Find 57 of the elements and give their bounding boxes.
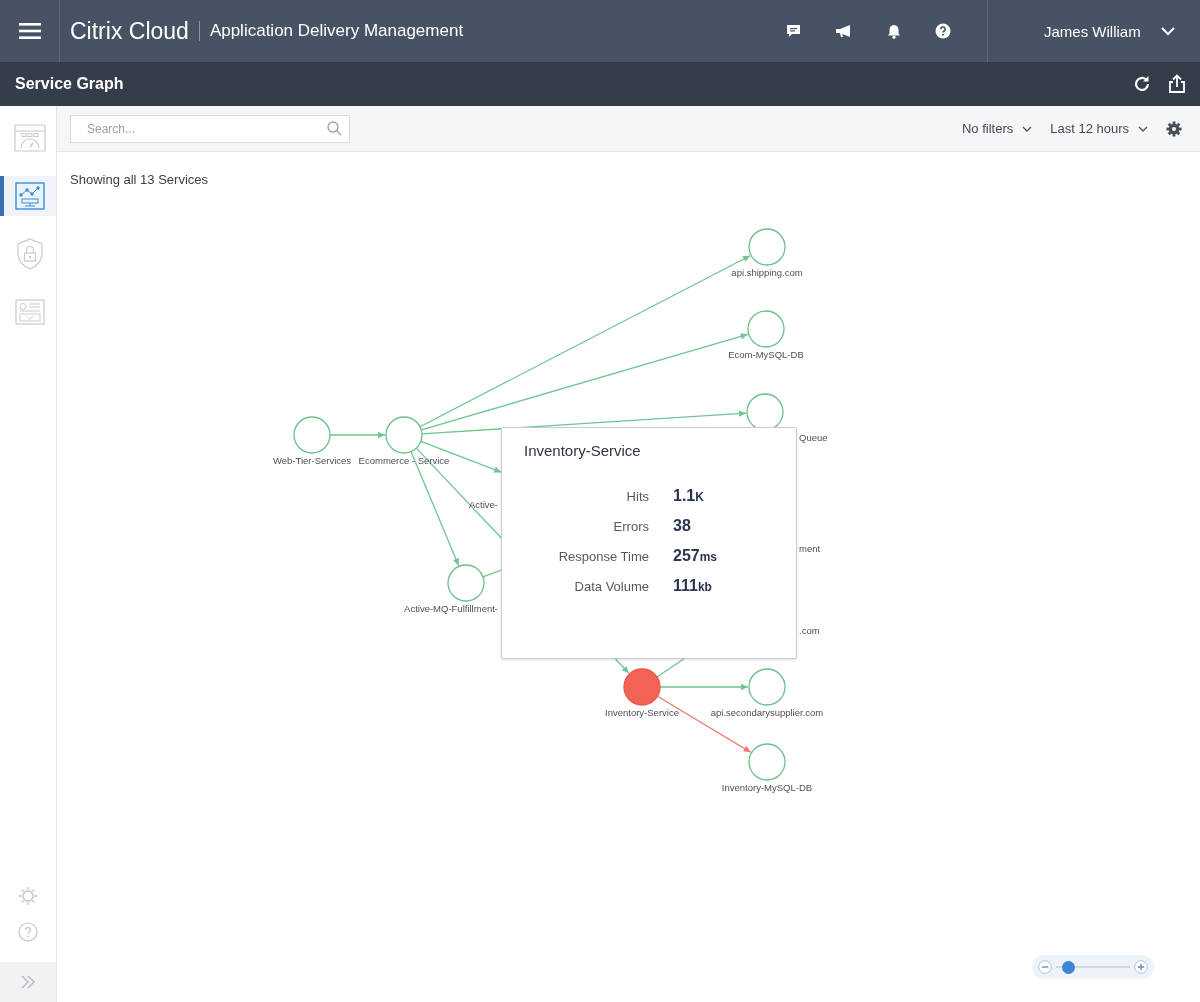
node-label: Inventory-Service: [605, 707, 679, 718]
search-icon: [327, 120, 342, 136]
node-label: Queue: [799, 432, 828, 443]
megaphone-icon[interactable]: [835, 24, 853, 38]
service-node[interactable]: [748, 743, 786, 781]
search-field[interactable]: Search...: [70, 114, 350, 143]
filter-dropdown[interactable]: No filters: [961, 121, 1033, 136]
chat-icon[interactable]: [786, 24, 801, 38]
product-name: Application Delivery Management: [209, 21, 464, 41]
chevron-down-icon: [1022, 125, 1033, 132]
bell-icon[interactable]: [887, 23, 901, 39]
node-label: Inventory-MySQL-DB: [721, 782, 813, 793]
time-range-dropdown[interactable]: Last 12 hours: [1050, 121, 1148, 136]
zoom-out-icon[interactable]: [1038, 960, 1052, 974]
network-graph-icon: [15, 182, 45, 210]
service-node[interactable]: [293, 416, 331, 454]
chevron-down-icon: [1138, 125, 1148, 132]
user-name[interactable]: James William: [1044, 22, 1141, 40]
service-node[interactable]: [623, 668, 661, 706]
node-label: Active-MQ-Fulfillment-: [404, 603, 498, 614]
service-node[interactable]: [385, 416, 423, 454]
dashboard-icon: [14, 124, 46, 152]
node-label: api.shipping.com: [731, 267, 803, 278]
metric-value: 1.1K: [673, 487, 705, 505]
services-count: Showing all 13 Services: [70, 172, 209, 187]
service-node[interactable]: [748, 228, 786, 266]
zoom-slider-thumb[interactable]: [1061, 960, 1075, 974]
metric-value: 111kb: [673, 577, 713, 595]
metric-label: Errors: [612, 519, 649, 534]
metric-value: 257ms: [673, 547, 719, 565]
help-icon[interactable]: [935, 23, 951, 39]
node-label: Web-Tier-Services: [272, 455, 352, 466]
tooltip-title: Inventory-Service: [524, 442, 642, 459]
node-label: .com: [799, 625, 820, 636]
brand-name: Citrix Cloud: [70, 21, 200, 41]
settings-icon[interactable]: [1166, 120, 1182, 137]
service-node[interactable]: [747, 310, 785, 348]
nav-item[interactable]: [0, 176, 56, 216]
metric-label: Data Volume: [573, 579, 649, 594]
metric-label: Hits: [625, 489, 649, 504]
share-icon[interactable]: [1168, 74, 1186, 94]
service-node[interactable]: [447, 564, 485, 602]
page-title: Service Graph: [15, 75, 124, 93]
double-chevron-icon: [20, 975, 36, 989]
shield-lock-icon: [16, 238, 44, 270]
node-label: Ecom-MySQL-DB: [728, 349, 804, 360]
metric-value: 38: [673, 517, 692, 535]
node-label: api.secondarysupplier.com: [710, 707, 824, 718]
form-icon: [15, 299, 45, 325]
chevron-down-icon[interactable]: [1160, 26, 1175, 36]
node-label: Active-: [468, 499, 498, 510]
node-label: ment: [799, 543, 821, 554]
zoom-in-icon[interactable]: [1134, 960, 1148, 974]
metric-label: Response Time: [557, 549, 649, 564]
refresh-icon[interactable]: [1132, 74, 1152, 94]
expand-sidebar-button[interactable]: [0, 962, 56, 1002]
service-node[interactable]: [748, 668, 786, 706]
